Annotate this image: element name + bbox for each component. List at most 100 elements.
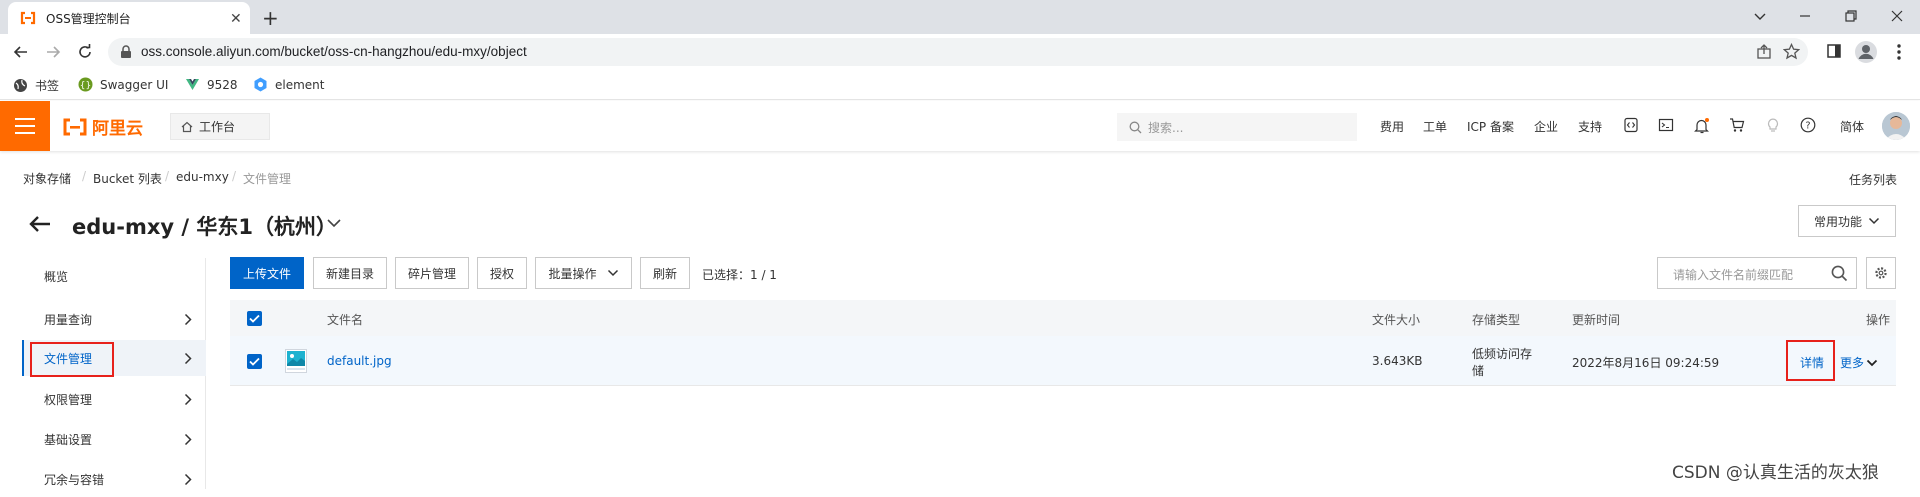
table-settings-button[interactable] — [1866, 257, 1896, 289]
help-icon[interactable]: ? — [1800, 117, 1816, 133]
nav-link-tickets[interactable]: 工单 — [1423, 118, 1447, 135]
file-search-placeholder: 请输入文件名前缀匹配 — [1673, 268, 1794, 282]
breadcrumb-item[interactable]: 对象存储 — [23, 170, 71, 187]
chevron-down-icon — [1866, 359, 1878, 367]
batch-operation-button[interactable]: 批量操作 — [535, 257, 632, 289]
task-list-link[interactable]: 任务列表 — [1849, 171, 1897, 188]
restore-icon[interactable] — [1843, 8, 1859, 24]
sidebar-item-basic-settings[interactable]: 基础设置 — [24, 421, 206, 457]
lock-icon[interactable] — [120, 45, 132, 59]
column-header-size[interactable]: 文件大小 — [1372, 311, 1420, 328]
fragment-management-label: 碎片管理 — [407, 266, 456, 281]
code-icon[interactable] — [1623, 117, 1639, 133]
highlight-box — [30, 342, 114, 377]
bookmark-label: Swagger UI — [100, 77, 169, 92]
console-search-input[interactable]: 搜索... — [1117, 113, 1357, 141]
tab-close-icon[interactable]: ✕ — [230, 11, 242, 27]
bucket-switch-chevron-icon[interactable] — [326, 217, 342, 229]
workbench-label: 工作台 — [199, 120, 236, 134]
sidebar-item-usage[interactable]: 用量查询 — [24, 301, 206, 337]
upload-file-button[interactable]: 上传文件 — [230, 257, 304, 289]
authorize-button[interactable]: 授权 — [477, 257, 527, 289]
browser-toolbar: oss.console.aliyun.com/bucket/oss-cn-han… — [0, 34, 1920, 70]
terminal-icon[interactable] — [1658, 117, 1674, 133]
updated-time: 2022年8月16日 09:24:59 — [1572, 356, 1720, 370]
workbench-button[interactable]: 工作台 — [170, 113, 270, 140]
sidebar-item-permissions[interactable]: 权限管理 — [24, 381, 206, 417]
sidebar-item-label: 用量查询 — [44, 312, 93, 327]
select-all-checkbox[interactable] — [247, 311, 262, 326]
reload-icon[interactable] — [76, 43, 94, 61]
breadcrumb-item[interactable]: edu-mxy — [176, 170, 229, 184]
refresh-button[interactable]: 刷新 — [640, 257, 690, 289]
breadcrumb-item[interactable]: Bucket 列表 — [93, 170, 162, 187]
notification-bell-icon[interactable] — [1693, 117, 1711, 135]
new-tab-icon[interactable]: + — [262, 6, 279, 30]
selection-count: 已选择：1 / 1 — [702, 268, 777, 282]
batch-operation-label: 批量操作 — [548, 266, 597, 281]
breadcrumb-current: 文件管理 — [243, 172, 292, 186]
fragment-management-button[interactable]: 碎片管理 — [395, 257, 469, 289]
highlight-box — [1786, 340, 1835, 381]
bookmark-item[interactable]: 书签 — [13, 77, 59, 94]
tab-search-chevron-icon[interactable] — [1752, 8, 1768, 24]
nav-link-billing[interactable]: 费用 — [1380, 118, 1404, 135]
chevron-right-icon — [184, 313, 192, 326]
watermark: CSDN @认真生活的灰太狼 — [1672, 463, 1879, 483]
globe-icon — [13, 78, 28, 93]
cart-icon[interactable] — [1729, 117, 1745, 133]
sidebar-item-label: 概览 — [44, 269, 69, 284]
bookmarks-bar: 书签 {} Swagger UI 9528 element — [0, 70, 1920, 100]
column-header-storage[interactable]: 存储类型 — [1472, 311, 1520, 328]
lightbulb-icon[interactable] — [1765, 117, 1781, 133]
svg-text:?: ? — [1805, 121, 1810, 132]
aliyun-logo[interactable]: 阿里云 — [62, 114, 143, 139]
column-header-name[interactable]: 文件名 — [327, 311, 363, 328]
file-name-link[interactable]: default.jpg — [327, 354, 392, 368]
table-row[interactable]: default.jpg 3.643KB 低频访问存 储 2022年8月16日 0… — [230, 336, 1896, 386]
browser-tab[interactable]: OSS管理控制台 ✕ — [8, 2, 250, 34]
breadcrumb-separator: / — [82, 169, 87, 183]
gear-icon — [1874, 266, 1888, 280]
column-header-updated[interactable]: 更新时间 — [1572, 311, 1620, 328]
back-arrow-icon[interactable] — [28, 214, 52, 234]
nav-link-icp[interactable]: ICP 备案 — [1467, 118, 1514, 135]
window-close-icon[interactable] — [1889, 8, 1905, 24]
address-bar[interactable]: oss.console.aliyun.com/bucket/oss-cn-han… — [108, 38, 1808, 66]
bookmark-star-icon[interactable] — [1783, 43, 1800, 60]
sidebar-item-overview[interactable]: 概览 — [24, 258, 206, 294]
new-directory-button[interactable]: 新建目录 — [313, 257, 387, 289]
back-nav-icon[interactable] — [12, 43, 30, 61]
page-title: edu-mxy / 华东1（杭州） — [72, 215, 337, 239]
file-prefix-search-input[interactable]: 请输入文件名前缀匹配 — [1657, 257, 1857, 289]
search-icon[interactable] — [1831, 265, 1848, 282]
chevron-down-icon — [1868, 217, 1880, 225]
bookmark-item[interactable]: 9528 — [185, 77, 238, 92]
search-icon — [1129, 121, 1142, 134]
common-functions-button[interactable]: 常用功能 — [1798, 205, 1896, 237]
profile-icon[interactable] — [1854, 40, 1878, 64]
chevron-right-icon — [184, 393, 192, 406]
minimize-icon[interactable] — [1797, 8, 1813, 24]
row-checkbox[interactable] — [247, 354, 262, 369]
bookmark-item[interactable]: {} Swagger UI — [78, 77, 168, 92]
language-switch[interactable]: 简体 — [1840, 118, 1864, 135]
forward-nav-icon[interactable] — [44, 43, 62, 61]
console-top-nav: 阿里云 工作台 搜索... 费用 工单 ICP 备案 企业 支持 ? 简体 — [0, 101, 1920, 151]
vue-icon — [185, 77, 200, 92]
bookmark-item[interactable]: element — [253, 77, 324, 92]
user-avatar[interactable] — [1882, 112, 1910, 140]
share-icon[interactable] — [1756, 44, 1772, 60]
side-panel-icon[interactable] — [1826, 43, 1842, 59]
bookmark-label: element — [275, 77, 325, 92]
sidebar-item-redundancy[interactable]: 冗余与容错 — [24, 461, 206, 497]
bookmark-label: 书签 — [35, 79, 60, 93]
nav-link-support[interactable]: 支持 — [1578, 118, 1602, 135]
search-placeholder: 搜索... — [1148, 120, 1184, 135]
nav-link-enterprise[interactable]: 企业 — [1534, 118, 1558, 135]
hamburger-menu-icon[interactable] — [0, 101, 50, 151]
url-text[interactable]: oss.console.aliyun.com/bucket/oss-cn-han… — [141, 44, 527, 59]
aliyun-favicon-icon — [20, 11, 36, 25]
more-actions-link[interactable]: 更多 — [1840, 354, 1878, 371]
browser-menu-icon[interactable] — [1896, 43, 1902, 61]
